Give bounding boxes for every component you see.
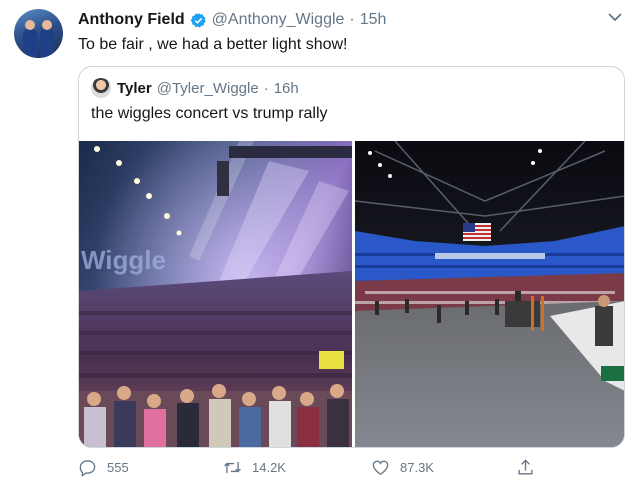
- author-avatar[interactable]: [14, 9, 63, 58]
- quoted-author-handle[interactable]: @Tyler_Wiggle: [157, 80, 259, 97]
- tweet-header: Anthony Field @Anthony_Wiggle · 15h: [78, 10, 386, 30]
- quoted-tweet-time[interactable]: 16h: [274, 80, 299, 97]
- quoted-tweet-header: Tyler @Tyler_Wiggle · 16h: [91, 77, 299, 99]
- author-handle[interactable]: @Anthony_Wiggle: [212, 11, 345, 29]
- dot-separator: ·: [263, 79, 269, 97]
- tweet-time[interactable]: 15h: [360, 11, 387, 29]
- like-button[interactable]: 87.3K: [371, 458, 434, 477]
- share-icon: [518, 459, 533, 475]
- quoted-tweet-text: the wiggles concert vs trump rally: [91, 105, 328, 122]
- chevron-down-icon[interactable]: [608, 12, 622, 22]
- dot-separator: ·: [349, 11, 355, 28]
- avatar-figure-1: [23, 28, 37, 58]
- heart-icon: [372, 460, 389, 476]
- tweet-text: To be fair , we had a better light show!: [78, 36, 348, 53]
- reply-count: 555: [107, 460, 129, 475]
- avatar-head-1: [25, 20, 35, 30]
- quoted-author-avatar[interactable]: [91, 78, 111, 98]
- reply-button[interactable]: 555: [78, 458, 129, 477]
- verified-badge-icon: [190, 12, 206, 28]
- share-button[interactable]: [516, 458, 545, 477]
- quoted-author-name[interactable]: Tyler: [117, 80, 152, 97]
- avatar-figure-2: [40, 28, 54, 58]
- concert-photo[interactable]: Wiggle: [79, 141, 352, 447]
- rally-photo-image: [355, 141, 624, 447]
- quoted-tweet[interactable]: Tyler @Tyler_Wiggle · 16h the wiggles co…: [78, 66, 625, 448]
- wiggles-sign: Wiggle: [81, 245, 166, 275]
- tweet-actions: 555 14.2K 87.3K: [78, 458, 548, 478]
- avatar-head-2: [42, 20, 52, 30]
- concert-photo-image: Wiggle: [79, 141, 352, 447]
- retweet-count: 14.2K: [252, 460, 286, 475]
- like-count: 87.3K: [400, 460, 434, 475]
- retweet-icon: [224, 461, 241, 474]
- rally-photo[interactable]: [355, 141, 624, 447]
- author-name[interactable]: Anthony Field: [78, 11, 185, 29]
- retweet-button[interactable]: 14.2K: [223, 458, 286, 477]
- reply-icon: [79, 460, 96, 477]
